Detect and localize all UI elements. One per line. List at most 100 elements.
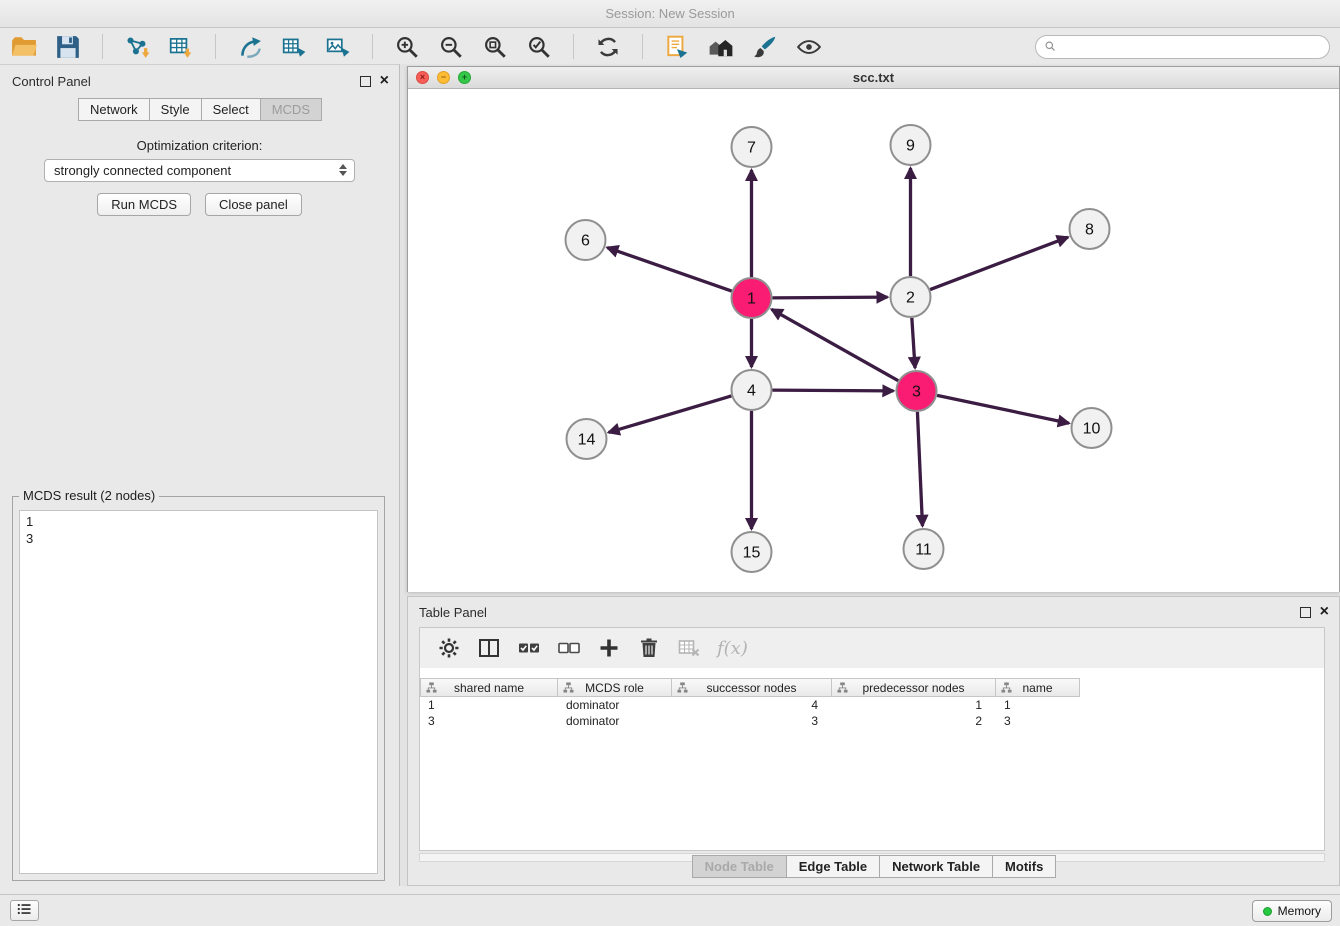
zoom-selected-icon[interactable] [525, 33, 553, 61]
node-2[interactable]: 2 [891, 277, 931, 317]
column-header-label: MCDS role [585, 681, 644, 695]
deselect-all-icon[interactable] [556, 635, 582, 661]
search-box [1035, 35, 1330, 59]
node-8[interactable]: 8 [1070, 209, 1110, 249]
close-table-panel-icon[interactable]: × [1320, 604, 1329, 620]
run-mcds-button[interactable]: Run MCDS [97, 193, 191, 216]
export-table-icon[interactable] [280, 33, 308, 61]
criterion-dropdown[interactable]: strongly connected component [44, 159, 355, 182]
edge-3-11[interactable] [917, 412, 922, 526]
column-sort-icon [837, 682, 848, 696]
copy-view-icon[interactable] [663, 33, 691, 61]
select-all-icon[interactable] [516, 635, 542, 661]
zoom-window-icon[interactable]: + [458, 71, 471, 84]
refresh-icon[interactable] [594, 33, 622, 61]
window-titlebar: Session: New Session [0, 0, 1340, 28]
zoom-fit-icon[interactable] [481, 33, 509, 61]
node-4[interactable]: 4 [732, 370, 772, 410]
column-header-label: predecessor nodes [862, 681, 964, 695]
column-header-mcds-role[interactable]: MCDS role [558, 678, 672, 697]
edge-2-3[interactable] [912, 318, 915, 368]
node-label: 8 [1085, 222, 1094, 239]
style-brush-icon[interactable] [751, 33, 779, 61]
search-input[interactable] [1035, 35, 1330, 59]
column-sort-icon [426, 682, 437, 696]
save-session-icon[interactable] [54, 33, 82, 61]
tab-style[interactable]: Style [149, 98, 202, 121]
network-graph[interactable]: 7 9 6 8 1 2 4 3 14 10 15 11 [408, 89, 1339, 592]
table-row[interactable]: 1dominator411 [420, 697, 1324, 713]
column-header-shared-name[interactable]: shared name [420, 678, 558, 697]
zoom-in-icon[interactable] [393, 33, 421, 61]
mcds-result-list[interactable]: 13 [19, 510, 378, 874]
node-11[interactable]: 11 [904, 529, 944, 569]
column-header-name[interactable]: name [996, 678, 1080, 697]
table-row[interactable]: 3dominator323 [420, 713, 1324, 729]
function-builder-icon: f(x) [716, 637, 749, 660]
network-window-title: scc.txt [853, 70, 894, 85]
network-window-titlebar[interactable]: ×−+ scc.txt [408, 67, 1339, 89]
export-image-icon[interactable] [324, 33, 352, 61]
column-sort-icon [677, 682, 688, 696]
edge-1-2[interactable] [772, 297, 887, 298]
show-hide-icon[interactable] [795, 33, 823, 61]
dropdown-stepper-icon [339, 164, 347, 176]
edge-3-10[interactable] [937, 395, 1069, 423]
table-cell: dominator [558, 697, 672, 713]
float-panel-icon[interactable] [360, 76, 371, 87]
node-3[interactable]: 3 [897, 371, 937, 411]
control-panel: Control Panel × NetworkStyleSelectMCDS O… [0, 64, 400, 886]
tab-motifs[interactable]: Motifs [992, 855, 1056, 878]
open-file-icon[interactable] [10, 33, 38, 61]
memory-button[interactable]: Memory [1252, 900, 1332, 922]
node-1[interactable]: 1 [732, 278, 772, 318]
table-panel-title: Table Panel [419, 605, 487, 620]
edge-4-14[interactable] [609, 396, 732, 432]
edge-3-1[interactable] [772, 309, 899, 380]
zoom-out-icon[interactable] [437, 33, 465, 61]
tab-network[interactable]: Network [78, 98, 150, 121]
column-layout-icon[interactable] [476, 635, 502, 661]
tab-edge-table[interactable]: Edge Table [786, 855, 880, 878]
column-header-predecessor-nodes[interactable]: predecessor nodes [832, 678, 996, 697]
toolbar-separator [573, 34, 574, 59]
node-14[interactable]: 14 [567, 419, 607, 459]
tab-select[interactable]: Select [201, 98, 261, 121]
tab-mcds[interactable]: MCDS [260, 98, 322, 121]
column-header-successor-nodes[interactable]: successor nodes [672, 678, 832, 697]
table-column-headers: shared name MCDS role successor nodes prede… [420, 678, 1324, 697]
close-panel-icon[interactable]: × [380, 73, 389, 89]
close-window-icon[interactable]: × [416, 71, 429, 84]
first-neighbors-icon[interactable] [707, 33, 735, 61]
export-network-icon[interactable] [236, 33, 264, 61]
column-header-label: name [1022, 681, 1052, 695]
node-10[interactable]: 10 [1072, 408, 1112, 448]
tab-node-table[interactable]: Node Table [692, 855, 787, 878]
table-cell: 2 [832, 713, 996, 729]
import-network-icon[interactable] [123, 33, 151, 61]
table-panel-window-buttons: × [1300, 604, 1329, 620]
edge-1-6[interactable] [607, 248, 731, 291]
vertical-splitter[interactable] [400, 64, 407, 886]
edge-4-3[interactable] [772, 390, 893, 391]
node-label: 14 [578, 432, 596, 449]
node-9[interactable]: 9 [891, 125, 931, 165]
criterion-dropdown-value: strongly connected component [54, 163, 231, 178]
network-canvas[interactable]: 7 9 6 8 1 2 4 3 14 10 15 11 [408, 89, 1339, 592]
table-cell: 1 [832, 697, 996, 713]
table-settings-icon[interactable] [436, 635, 462, 661]
float-table-panel-icon[interactable] [1300, 607, 1311, 618]
import-table-icon[interactable] [167, 33, 195, 61]
node-label: 7 [747, 140, 756, 157]
node-6[interactable]: 6 [566, 220, 606, 260]
add-column-icon[interactable] [596, 635, 622, 661]
node-15[interactable]: 15 [732, 532, 772, 572]
minimize-window-icon[interactable]: − [437, 71, 450, 84]
toolbar-separator [102, 34, 103, 59]
panel-toggle-button[interactable] [10, 900, 39, 921]
tab-network-table[interactable]: Network Table [879, 855, 993, 878]
edge-2-8[interactable] [930, 237, 1068, 289]
node-7[interactable]: 7 [732, 127, 772, 167]
delete-column-icon[interactable] [636, 635, 662, 661]
close-panel-button[interactable]: Close panel [205, 193, 302, 216]
